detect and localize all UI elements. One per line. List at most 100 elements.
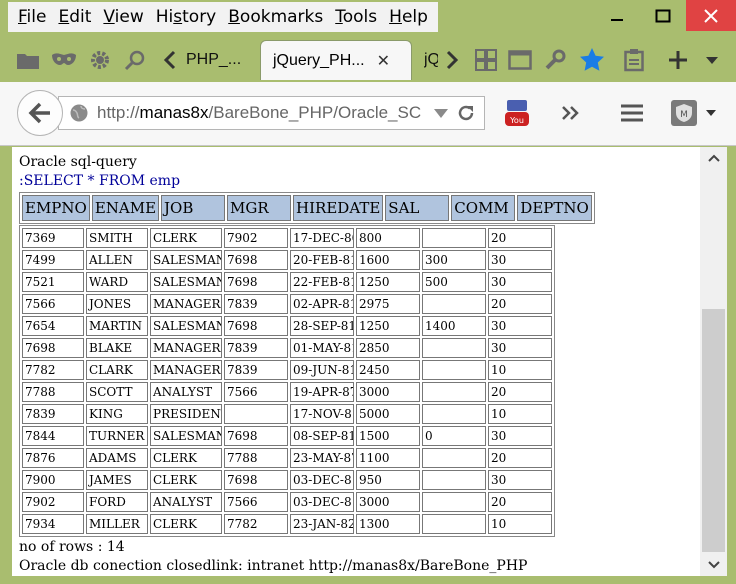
table-cell: WARD: [86, 272, 148, 292]
chevron-down-icon[interactable]: [698, 46, 726, 74]
minimize-button[interactable]: [594, 0, 640, 31]
table-cell: 7499: [22, 250, 84, 270]
tab-php[interactable]: PHP_...: [186, 40, 241, 80]
table-cell: 1250: [356, 272, 420, 292]
menu-item-file[interactable]: File: [12, 7, 52, 27]
table-cell: PRESIDENT: [150, 404, 222, 424]
tab-label: jQ: [424, 51, 438, 68]
star-icon[interactable]: [578, 46, 606, 74]
table-row: 7654 MARTIN SALESMAN 7698 28-SEP-81 1250 1400 3…: [22, 316, 552, 336]
table-row: 7499 ALLEN SALESMAN 7698 20-FEB-81 1600 300 30: [22, 250, 552, 270]
table-cell: [422, 360, 486, 380]
menu-item-help[interactable]: Help: [383, 7, 434, 27]
table-cell: MANAGER: [150, 338, 222, 358]
tab-jquery-2[interactable]: jQ: [424, 40, 438, 80]
dropdown-icon[interactable]: [433, 107, 449, 119]
plus-icon[interactable]: [664, 46, 692, 74]
table-cell: 7844: [22, 426, 84, 446]
close-icon: [704, 8, 718, 23]
table-cell: [224, 404, 288, 424]
reload-icon[interactable]: [457, 104, 475, 122]
column-header: HIREDATE: [293, 195, 384, 221]
table-cell: 500: [422, 272, 486, 292]
table-cell: 2975: [356, 294, 420, 314]
table-cell: CLERK: [150, 228, 222, 248]
mask-icon[interactable]: [50, 46, 78, 74]
table-cell: 30: [488, 426, 552, 446]
table-cell: SMITH: [86, 228, 148, 248]
table-cell: [422, 294, 486, 314]
menu-bar: File Edit View History Bookmarks Tools Help: [8, 2, 438, 32]
table-cell: 1600: [356, 250, 420, 270]
table-cell: MARTIN: [86, 316, 148, 336]
folder-icon[interactable]: [14, 46, 42, 74]
table-row: 7876 ADAMS CLERK 7788 23-MAY-87 1100 20: [22, 448, 552, 468]
menu-item-bookmarks[interactable]: Bookmarks: [222, 7, 329, 27]
table-cell: ALLEN: [86, 250, 148, 270]
table-cell: 1400: [422, 316, 486, 336]
table-cell: 20: [488, 228, 552, 248]
tab-grid-icon[interactable]: [472, 46, 500, 74]
table-cell: 7782: [224, 514, 288, 534]
menu-item-edit[interactable]: Edit: [52, 7, 97, 27]
search-icon[interactable]: [121, 46, 149, 74]
table-cell: 20: [488, 492, 552, 512]
menu-item-tools[interactable]: Tools: [329, 7, 383, 27]
table-cell: 1300: [356, 514, 420, 534]
menu-item-history[interactable]: History: [150, 7, 223, 27]
page-heading: Oracle sql-query: [19, 154, 137, 170]
column-header: SAL: [385, 195, 450, 221]
chevron-left-icon[interactable]: [156, 46, 184, 74]
scrollbar-thumb[interactable]: [702, 309, 725, 552]
vertical-scrollbar[interactable]: [700, 147, 727, 576]
table-cell: SALESMAN: [150, 250, 222, 270]
table-cell: [422, 514, 486, 534]
scroll-down-icon[interactable]: [700, 554, 727, 576]
close-window-button[interactable]: [686, 0, 736, 31]
table-cell: 7698: [224, 250, 288, 270]
column-header: DEPTNO: [517, 195, 592, 221]
wrench-icon[interactable]: [541, 46, 569, 74]
table-cell: [422, 338, 486, 358]
table-cell: 7839: [224, 338, 288, 358]
tab-close-icon[interactable]: ✕: [377, 51, 390, 71]
table-cell: 7782: [22, 360, 84, 380]
clipboard-icon[interactable]: [620, 46, 648, 74]
table-cell: MANAGER: [150, 294, 222, 314]
table-cell: [422, 404, 486, 424]
back-button[interactable]: [17, 90, 63, 136]
table-row: 7369 SMITH CLERK 7902 17-DEC-80 800 20: [22, 228, 552, 248]
overflow-icon[interactable]: [558, 96, 584, 130]
chevron-right-icon[interactable]: [438, 46, 466, 74]
table-cell: CLARK: [86, 360, 148, 380]
gear-icon[interactable]: [86, 46, 114, 74]
table-cell: 30: [488, 470, 552, 490]
menu-item-view[interactable]: View: [97, 7, 149, 27]
table-row: 7844 TURNER SALESMAN 7698 08-SEP-81 1500 0 30: [22, 426, 552, 446]
table-cell: 3000: [356, 492, 420, 512]
table-cell: 20-FEB-81: [290, 250, 354, 270]
shield-extension-icon[interactable]: M: [666, 96, 722, 130]
table-cell: 2850: [356, 338, 420, 358]
scroll-up-icon[interactable]: [700, 147, 727, 169]
window-icon[interactable]: [506, 46, 534, 74]
globe-icon: [70, 104, 88, 122]
table-cell: 17-DEC-80: [290, 228, 354, 248]
table-row: 7788 SCOTT ANALYST 7566 19-APR-87 3000 20: [22, 382, 552, 402]
table-cell: 10: [488, 360, 552, 380]
table-cell: 7839: [224, 360, 288, 380]
tab-bar: PHP_... jQuery_PH... ✕ jQ: [0, 38, 736, 82]
table-cell: KING: [86, 404, 148, 424]
maximize-button[interactable]: [640, 0, 686, 31]
table-cell: ANALYST: [150, 382, 222, 402]
column-header: JOB: [161, 195, 226, 221]
youtube-icon[interactable]: You: [500, 96, 534, 130]
hamburger-menu-icon[interactable]: [616, 96, 648, 130]
table-cell: [422, 228, 486, 248]
table-row: 7566 JONES MANAGER 7839 02-APR-81 2975 20: [22, 294, 552, 314]
table-cell: TURNER: [86, 426, 148, 446]
page-content: Oracle sql-query :SELECT * FROM emp EMPN…: [12, 147, 700, 576]
tab-jquery-active[interactable]: jQuery_PH... ✕: [260, 40, 412, 80]
column-header: EMPNO: [22, 195, 90, 221]
url-bar[interactable]: http://manas8x/BareBone_PHP/Oracle_SC: [58, 96, 485, 130]
